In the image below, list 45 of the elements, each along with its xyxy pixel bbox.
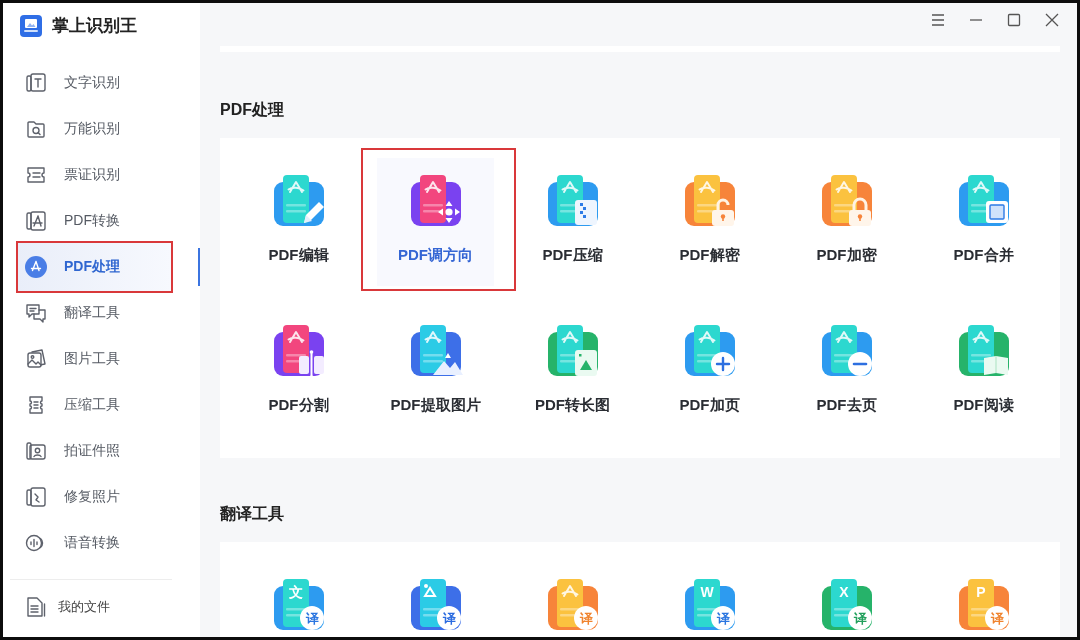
sidebar-item[interactable]: 语音转换 bbox=[16, 520, 173, 566]
sidebar-item[interactable]: PDF处理 bbox=[16, 241, 173, 293]
tool-tile[interactable]: PDF转长图 bbox=[514, 308, 631, 436]
sidebar-item[interactable]: 万能识别 bbox=[16, 106, 173, 152]
close-icon[interactable] bbox=[1045, 13, 1059, 27]
section-title: 翻译工具 bbox=[220, 504, 285, 524]
tool-tile[interactable]: 译 bbox=[377, 562, 494, 637]
tool-tile[interactable]: PDF提取图片 bbox=[377, 308, 494, 436]
sidebar-item[interactable]: 翻译工具 bbox=[16, 290, 173, 336]
tool-tile[interactable]: PDF压缩 bbox=[514, 158, 631, 286]
ticket-icon bbox=[25, 164, 47, 186]
tool-tile[interactable]: 文 译 bbox=[240, 562, 357, 637]
pdf-document-icon bbox=[25, 210, 47, 232]
text-card-icon bbox=[25, 72, 47, 94]
app-title: 掌上识别王 bbox=[52, 15, 137, 37]
tool-tile[interactable]: PDF加页 bbox=[651, 308, 768, 436]
sidebar-item[interactable]: 修复照片 bbox=[16, 474, 173, 520]
tool-tile[interactable]: PDF阅读 bbox=[925, 308, 1042, 436]
tool-tile[interactable]: PDF分割 bbox=[240, 308, 357, 436]
id-card-icon bbox=[25, 440, 47, 462]
sidebar-item[interactable]: 压缩工具 bbox=[16, 382, 173, 428]
chat-bubbles-icon bbox=[25, 302, 47, 324]
tool-tile[interactable]: PDF解密 bbox=[651, 158, 768, 286]
sidebar-item[interactable]: 文字识别 bbox=[16, 60, 173, 106]
app-logo-icon bbox=[20, 15, 42, 37]
sidebar-item[interactable]: 图片工具 bbox=[16, 336, 173, 382]
sidebar-item[interactable]: PDF转换 bbox=[16, 198, 173, 244]
tool-tile[interactable]: PDF调方向 bbox=[377, 158, 494, 286]
pdf-disc-icon bbox=[25, 256, 47, 278]
menu-icon[interactable] bbox=[931, 13, 945, 27]
sidebar-item[interactable]: 票证识别 bbox=[16, 152, 173, 198]
sidebar-item[interactable]: 拍证件照 bbox=[16, 428, 173, 474]
folder-search-icon bbox=[25, 118, 47, 140]
active-indicator bbox=[198, 248, 200, 286]
squiggle-card-icon bbox=[25, 486, 47, 508]
tool-tile[interactable]: PDF加密 bbox=[788, 158, 905, 286]
tool-tile[interactable]: PDF编辑 bbox=[240, 158, 357, 286]
section-title: PDF处理 bbox=[220, 100, 285, 120]
document-icon bbox=[25, 596, 47, 618]
photo-icon bbox=[25, 348, 47, 370]
tool-tile[interactable]: PDF去页 bbox=[788, 308, 905, 436]
sidebar-item[interactable]: 我的文件 bbox=[16, 584, 173, 630]
tool-tile[interactable]: W 译 bbox=[651, 562, 768, 637]
tool-tile[interactable]: PDF合并 bbox=[925, 158, 1042, 286]
maximize-icon[interactable] bbox=[1007, 13, 1021, 27]
